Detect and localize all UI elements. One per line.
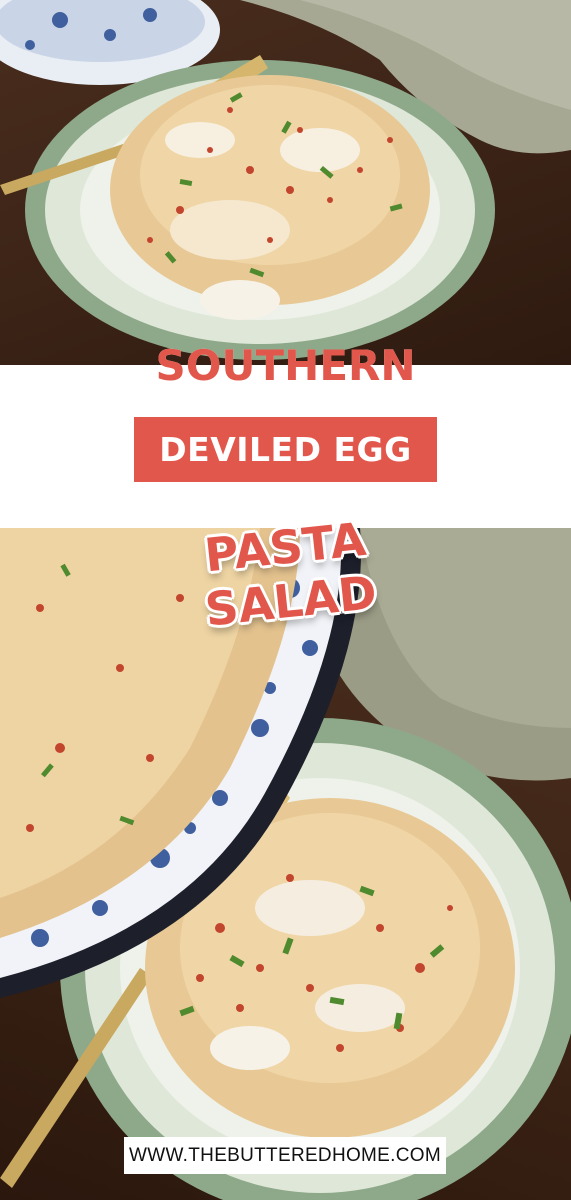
- title-line-southern: SOUTHERN: [155, 341, 416, 390]
- bottom-photo-illustration: [0, 528, 571, 1200]
- title-line-deviled-egg: DEVILED EGG: [159, 430, 412, 469]
- website-label-box: WWW.THEBUTTEREDHOME.COM: [124, 1137, 446, 1174]
- website-url: WWW.THEBUTTEREDHOME.COM: [129, 1144, 441, 1166]
- title-line-deviled-egg-box: DEVILED EGG: [134, 417, 437, 482]
- bottom-food-photo: [0, 528, 571, 1200]
- top-food-photo: [0, 0, 571, 365]
- top-photo-illustration: [0, 0, 571, 360]
